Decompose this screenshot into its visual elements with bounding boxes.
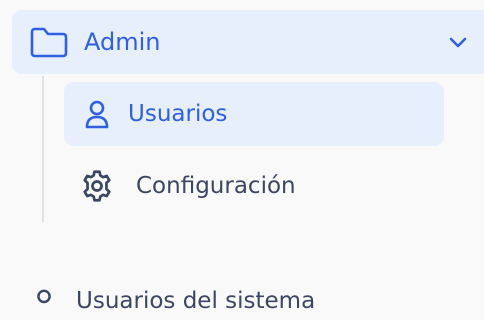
sidebar-item-label: Usuarios	[128, 101, 228, 127]
sidebar-item-configuracion[interactable]: Configuración	[64, 154, 444, 218]
user-icon	[30, 288, 58, 316]
tree-connector-line	[42, 76, 44, 222]
gear-icon	[82, 170, 112, 202]
folder-icon	[30, 26, 68, 58]
sidebar-item-usuarios[interactable]: Usuarios	[64, 82, 444, 146]
user-icon	[82, 99, 112, 129]
sidebar-item-label: Configuración	[136, 173, 296, 199]
sidebar-group-label: Admin	[84, 28, 161, 56]
sidebar-item-label: Usuarios del sistema	[76, 288, 316, 314]
chevron-down-icon[interactable]	[448, 32, 468, 52]
sidebar-group-admin[interactable]: Admin	[12, 10, 484, 74]
sidebar-item-usuarios-del-sistema[interactable]: Usuarios del sistema	[24, 270, 464, 314]
